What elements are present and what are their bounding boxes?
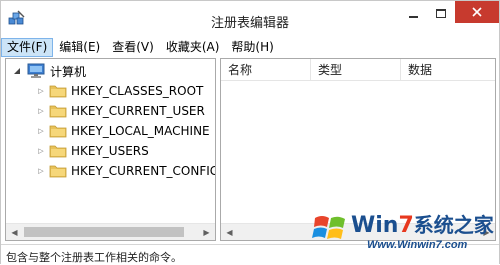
minimize-icon	[408, 15, 418, 18]
tree-item-hkcu[interactable]: ▷ HKEY_CURRENT_USER	[36, 101, 205, 121]
scroll-left-icon[interactable]: ◀	[6, 224, 23, 240]
expand-arrow-icon[interactable]: ▷	[36, 166, 46, 176]
registry-editor-window: 注册表编辑器 文件(F) 编辑(E) 查看(V) 收藏夹(A) 帮助(H) 计算…	[0, 0, 500, 264]
tree-item-hklm[interactable]: ▷ HKEY_LOCAL_MACHINE	[36, 121, 210, 141]
minimize-button[interactable]	[399, 1, 427, 25]
menu-view[interactable]: 查看(V)	[106, 38, 160, 57]
folder-icon	[49, 125, 67, 138]
expand-arrow-icon[interactable]: ▷	[36, 86, 46, 96]
watermark-brand: Win7系统之家	[351, 213, 494, 238]
folder-icon	[49, 165, 67, 178]
site-watermark: Win7系统之家 Www.Winwin7.com	[309, 206, 499, 262]
tree-item-hkcr[interactable]: ▷ HKEY_CLASSES_ROOT	[36, 81, 203, 101]
maximize-icon	[436, 8, 446, 18]
folder-icon	[49, 85, 67, 98]
title-bar[interactable]: 注册表编辑器	[1, 1, 499, 38]
tree-item-label: HKEY_LOCAL_MACHINE	[71, 124, 210, 138]
menu-edit[interactable]: 编辑(E)	[53, 38, 106, 57]
column-header-name[interactable]: 名称	[221, 59, 311, 81]
close-icon	[472, 7, 482, 17]
tree-horizontal-scrollbar[interactable]: ◀ ▶	[6, 223, 215, 240]
collapse-arrow-icon[interactable]	[12, 66, 22, 76]
column-header-data[interactable]: 数据	[401, 59, 495, 81]
key-tree-pane[interactable]: 计算机 ▷ HKEY_CLASSES_ROOT ▷ HKEY_CURRENT_U…	[5, 58, 216, 241]
menu-favorites[interactable]: 收藏夹(A)	[160, 38, 226, 57]
expand-arrow-icon[interactable]: ▷	[36, 126, 46, 136]
tree-item-label: HKEY_USERS	[71, 144, 149, 158]
windows-flag-icon	[312, 216, 345, 239]
tree-item-label: HKEY_CURRENT_CONFIG	[71, 164, 216, 178]
close-button[interactable]	[455, 1, 499, 23]
computer-icon	[27, 63, 45, 78]
menu-bar: 文件(F) 编辑(E) 查看(V) 收藏夹(A) 帮助(H)	[1, 38, 499, 57]
tree-item-label: HKEY_CURRENT_USER	[71, 104, 205, 118]
scroll-left-icon[interactable]: ◀	[221, 224, 238, 240]
column-header-type[interactable]: 类型	[311, 59, 401, 81]
maximize-button[interactable]	[427, 1, 455, 25]
menu-help[interactable]: 帮助(H)	[225, 38, 279, 57]
status-text: 包含与整个注册表工作相关的命令。	[6, 251, 182, 264]
tree-item-hkcc[interactable]: ▷ HKEY_CURRENT_CONFIG	[36, 161, 216, 181]
expand-arrow-icon[interactable]: ▷	[36, 146, 46, 156]
tree-item-hku[interactable]: ▷ HKEY_USERS	[36, 141, 149, 161]
tree-item-label: HKEY_CLASSES_ROOT	[71, 84, 204, 98]
scroll-right-icon[interactable]: ▶	[198, 224, 215, 240]
tree-item-computer[interactable]: 计算机	[12, 61, 86, 81]
folder-icon	[49, 105, 67, 118]
list-header: 名称 类型 数据	[221, 59, 495, 81]
menu-file[interactable]: 文件(F)	[1, 38, 54, 57]
expand-arrow-icon[interactable]: ▷	[36, 106, 46, 116]
folder-icon	[49, 145, 67, 158]
tree-item-label: 计算机	[50, 64, 87, 79]
scroll-thumb[interactable]	[24, 227, 184, 237]
watermark-url: Www.Winwin7.com	[367, 239, 468, 251]
